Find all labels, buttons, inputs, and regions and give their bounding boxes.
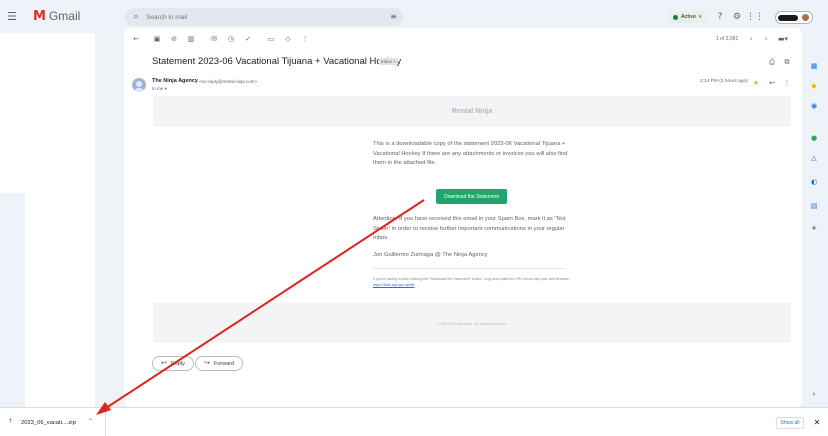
side-panel-rail: ▦ ◆ ◉ ● △ ◐ ▤ + › xyxy=(802,33,828,407)
input-tools-icon[interactable]: ▬▾ xyxy=(776,35,790,43)
collapse-panel-icon[interactable]: › xyxy=(809,389,819,399)
app-name: Gmail xyxy=(48,9,81,23)
calendar-icon[interactable]: ▦ xyxy=(809,61,819,71)
account-button[interactable] xyxy=(775,11,813,24)
status-label: Active xyxy=(681,14,696,20)
more-icon[interactable]: ⋮ xyxy=(301,35,309,43)
fallback-text: If you're having trouble clicking the "D… xyxy=(373,277,570,287)
back-icon[interactable]: ← xyxy=(132,35,140,43)
close-icon[interactable]: ✕ xyxy=(812,418,822,428)
search-input[interactable] xyxy=(146,13,391,21)
email-banner: Rental Ninja xyxy=(153,96,791,127)
chevron-down-icon: ▾ xyxy=(698,13,702,20)
redacted-account-name xyxy=(778,15,798,21)
reply-icon: ↩ xyxy=(161,359,167,367)
add-task-icon[interactable]: ✓ xyxy=(244,35,252,43)
report-icon[interactable]: ⊘ xyxy=(170,35,178,43)
tasks-icon[interactable]: ◉ xyxy=(809,101,819,111)
gmail-logo[interactable]: M Gmail xyxy=(33,9,80,23)
left-gutter xyxy=(95,33,124,407)
banner-title: Rental Ninja xyxy=(451,108,493,115)
apps-icon[interactable]: ⋮⋮ xyxy=(746,12,764,22)
recipient-toggle[interactable]: to me ▾ xyxy=(152,86,167,92)
search-icon[interactable]: ⌕ xyxy=(131,12,141,22)
sender-email: <no-reply@rental-ninja.com> xyxy=(199,79,258,84)
message-toolbar: ← ▣ ⊘ ▥ ✉ ◷ ✓ ▭ ◇ ⋮ 1 of 3,091 ‹ › ▬▾ xyxy=(124,28,802,50)
file-icon: ↑ xyxy=(8,418,14,425)
older-icon[interactable]: › xyxy=(762,35,770,43)
move-icon[interactable]: ▭ xyxy=(267,35,275,43)
intro-text: This is a downloadable copy of the state… xyxy=(373,141,568,167)
search-bar[interactable]: ⌕ ≡ xyxy=(125,8,403,26)
left-panel-middle xyxy=(0,63,95,193)
gmail-window: ☰ M Gmail ⌕ ≡ Active ▾ ? ⚙ ⋮⋮ ← ▣ ⊘ xyxy=(0,0,828,436)
timestamp: 2:14 PM (3 hours ago) xyxy=(700,79,748,84)
contacts-icon[interactable]: ● xyxy=(809,133,819,143)
message-more-icon[interactable]: ⋮ xyxy=(783,79,791,87)
status-indicator[interactable]: Active ▾ xyxy=(668,11,707,23)
avatar xyxy=(801,13,810,22)
sender-avatar xyxy=(132,78,146,92)
left-panel-top xyxy=(0,33,95,63)
people-icon[interactable]: ◐ xyxy=(809,177,819,187)
menu-icon[interactable]: ☰ xyxy=(6,10,18,22)
help-icon[interactable]: ? xyxy=(715,12,725,22)
snooze-icon[interactable]: ◷ xyxy=(227,35,235,43)
download-divider xyxy=(105,408,106,436)
attention-text: Attention: If you have received this ema… xyxy=(373,216,566,242)
email-footer: © 2023 Rental Ninja. All rights reserved… xyxy=(153,303,791,343)
sender-name: The Ninja Agency xyxy=(152,78,198,84)
show-all-button[interactable]: Show all xyxy=(776,417,804,429)
page-count: 1 of 3,091 xyxy=(716,36,739,42)
inbox-label[interactable]: Inbox × xyxy=(379,58,398,65)
newer-icon[interactable]: ‹ xyxy=(747,35,755,43)
chevron-up-icon[interactable]: ⌃ xyxy=(88,419,93,425)
star-icon[interactable]: ★ xyxy=(752,79,760,87)
signature: Jon Guillermo Zurinaga @ The Ninja Agenc… xyxy=(373,252,488,258)
archive-icon[interactable]: ▣ xyxy=(153,35,161,43)
download-statement-button[interactable]: Download the Statement xyxy=(436,189,507,204)
print-icon[interactable]: ⎙ xyxy=(768,58,776,66)
mail-icon[interactable]: ✉ xyxy=(210,35,218,43)
forward-button[interactable]: ↪ Forward xyxy=(195,356,244,371)
footer-text: © 2023 Rental Ninja. All rights reserved… xyxy=(436,320,508,326)
label-icon[interactable]: ◇ xyxy=(284,35,292,43)
left-panel-bottom xyxy=(25,193,95,407)
status-dot xyxy=(673,14,678,20)
reply-icon[interactable]: ↩ xyxy=(768,79,776,87)
divider xyxy=(373,268,565,269)
message-pane: ← ▣ ⊘ ▥ ✉ ◷ ✓ ▭ ◇ ⋮ 1 of 3,091 ‹ › ▬▾ St… xyxy=(124,28,802,407)
delete-icon[interactable]: ▥ xyxy=(187,35,195,43)
forward-icon: ↪ xyxy=(204,359,210,367)
fallback-link[interactable]: https://l0ab.app.goo.gl/d8f xyxy=(373,283,414,287)
settings-icon[interactable]: ⚙ xyxy=(732,12,742,22)
open-new-icon[interactable]: ⧉ xyxy=(783,58,791,66)
download-bar: ↑ 2023_06_vacati....zip ⌃ Show all ✕ xyxy=(0,407,828,436)
reply-button[interactable]: ↩ Reply xyxy=(152,356,194,371)
add-icon[interactable]: + xyxy=(809,223,819,233)
drive-icon[interactable]: ▤ xyxy=(809,201,819,211)
download-file-name[interactable]: 2023_06_vacati....zip xyxy=(21,420,76,426)
gmail-m-icon: M xyxy=(33,8,46,24)
tune-icon[interactable]: ≡ xyxy=(390,13,397,21)
email-content: This is a downloadable copy of the state… xyxy=(373,140,573,287)
keep-icon[interactable]: ◆ xyxy=(809,81,819,91)
email-subject: Statement 2023-06 Vacational Tijuana + V… xyxy=(152,56,402,67)
meet-icon[interactable]: △ xyxy=(809,153,819,163)
